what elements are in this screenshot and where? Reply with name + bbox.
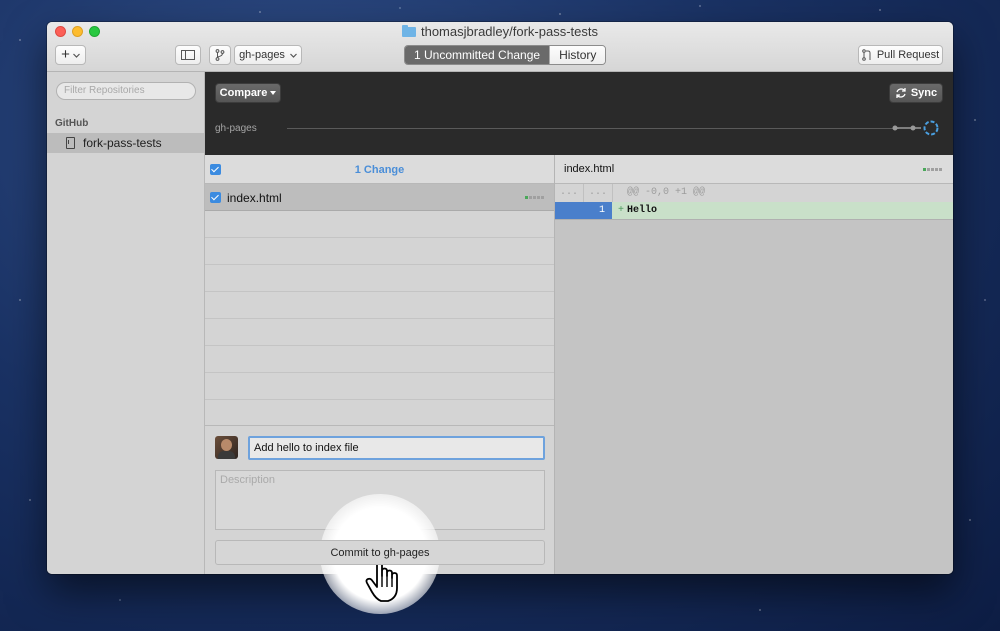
avatar [215, 436, 238, 459]
chevron-down-icon [290, 53, 297, 58]
empty-row [205, 292, 554, 319]
sidebar-section-title: GitHub [55, 118, 89, 129]
diff-panel: index.html ... ... @@ -0,0 +1 @@ 1 + Hel… [555, 155, 953, 574]
diff-added-line[interactable]: 1 + Hello [555, 202, 953, 220]
plus-icon: + [61, 46, 70, 63]
empty-row [205, 265, 554, 292]
diff-hunk-header: ... ... @@ -0,0 +1 @@ [555, 184, 953, 202]
pull-request-icon [862, 49, 871, 61]
branch-button[interactable] [209, 45, 231, 65]
line-content: Hello [627, 205, 658, 216]
new-line-number: 1 [598, 205, 605, 216]
add-repository-button[interactable]: + [55, 45, 86, 65]
empty-row [205, 373, 554, 400]
changes-panel: 1 Change index.html Add hello to index f… [205, 155, 555, 574]
file-row[interactable]: index.html [205, 184, 554, 211]
diffstat-indicator [525, 196, 544, 199]
sync-button[interactable]: Sync [889, 83, 943, 103]
branch-timeline [287, 128, 899, 129]
empty-row [205, 211, 554, 238]
repository-icon [66, 137, 75, 149]
empty-row [205, 400, 554, 427]
compare-button[interactable]: Compare [215, 83, 281, 103]
changes-header: 1 Change [205, 155, 554, 184]
tab-history[interactable]: History [549, 46, 606, 64]
change-count: 1 Change [354, 164, 405, 176]
line-number-gutter: 1 [555, 202, 612, 219]
commit-form: Add hello to index file Description Comm… [205, 425, 554, 574]
sidebar-icon [181, 50, 195, 60]
sidebar: Filter Repositories GitHub fork-pass-tes… [47, 72, 205, 574]
hunk-text: @@ -0,0 +1 @@ [627, 187, 706, 198]
file-name: index.html [227, 191, 282, 205]
new-line-number: ... [584, 184, 613, 202]
commit-summary-input[interactable]: Add hello to index file [248, 436, 545, 460]
empty-row [205, 319, 554, 346]
title-bar: thomasjbradley/fork-pass-tests + gh-page… [47, 22, 953, 72]
commit-timeline-icon [892, 120, 939, 136]
branch-bar: Compare Sync gh-pages [205, 72, 953, 155]
sync-icon [896, 88, 906, 98]
diffstat-indicator [923, 168, 942, 171]
commit-button[interactable]: Commit to gh-pages [215, 540, 545, 565]
sidebar-item-label: fork-pass-tests [83, 136, 162, 150]
added-sign: + [618, 205, 625, 216]
pull-request-button[interactable]: Pull Request [858, 45, 943, 65]
sidebar-item-fork-pass-tests[interactable]: fork-pass-tests [47, 133, 204, 153]
window-title: thomasjbradley/fork-pass-tests [47, 24, 953, 39]
chevron-down-icon [72, 53, 80, 58]
file-checkbox[interactable] [210, 192, 221, 203]
old-line-number: ... [555, 184, 584, 202]
empty-row [205, 238, 554, 265]
toggle-sidebar-button[interactable] [175, 45, 201, 65]
diff-header: index.html [555, 155, 953, 184]
branch-select[interactable]: gh-pages [234, 45, 302, 65]
empty-row [205, 346, 554, 373]
diff-filename: index.html [564, 163, 615, 175]
filter-repositories-input[interactable]: Filter Repositories [56, 82, 196, 100]
branch-label: gh-pages [215, 123, 257, 134]
commit-description-input[interactable]: Description [215, 470, 545, 530]
tab-uncommitted-changes[interactable]: 1 Uncommitted Change [405, 46, 550, 64]
folder-icon [401, 25, 416, 37]
branch-icon [215, 49, 225, 61]
app-window: thomasjbradley/fork-pass-tests + gh-page… [47, 22, 953, 574]
view-tabs: 1 Uncommitted Change History [404, 45, 607, 65]
caret-down-icon [270, 91, 277, 95]
